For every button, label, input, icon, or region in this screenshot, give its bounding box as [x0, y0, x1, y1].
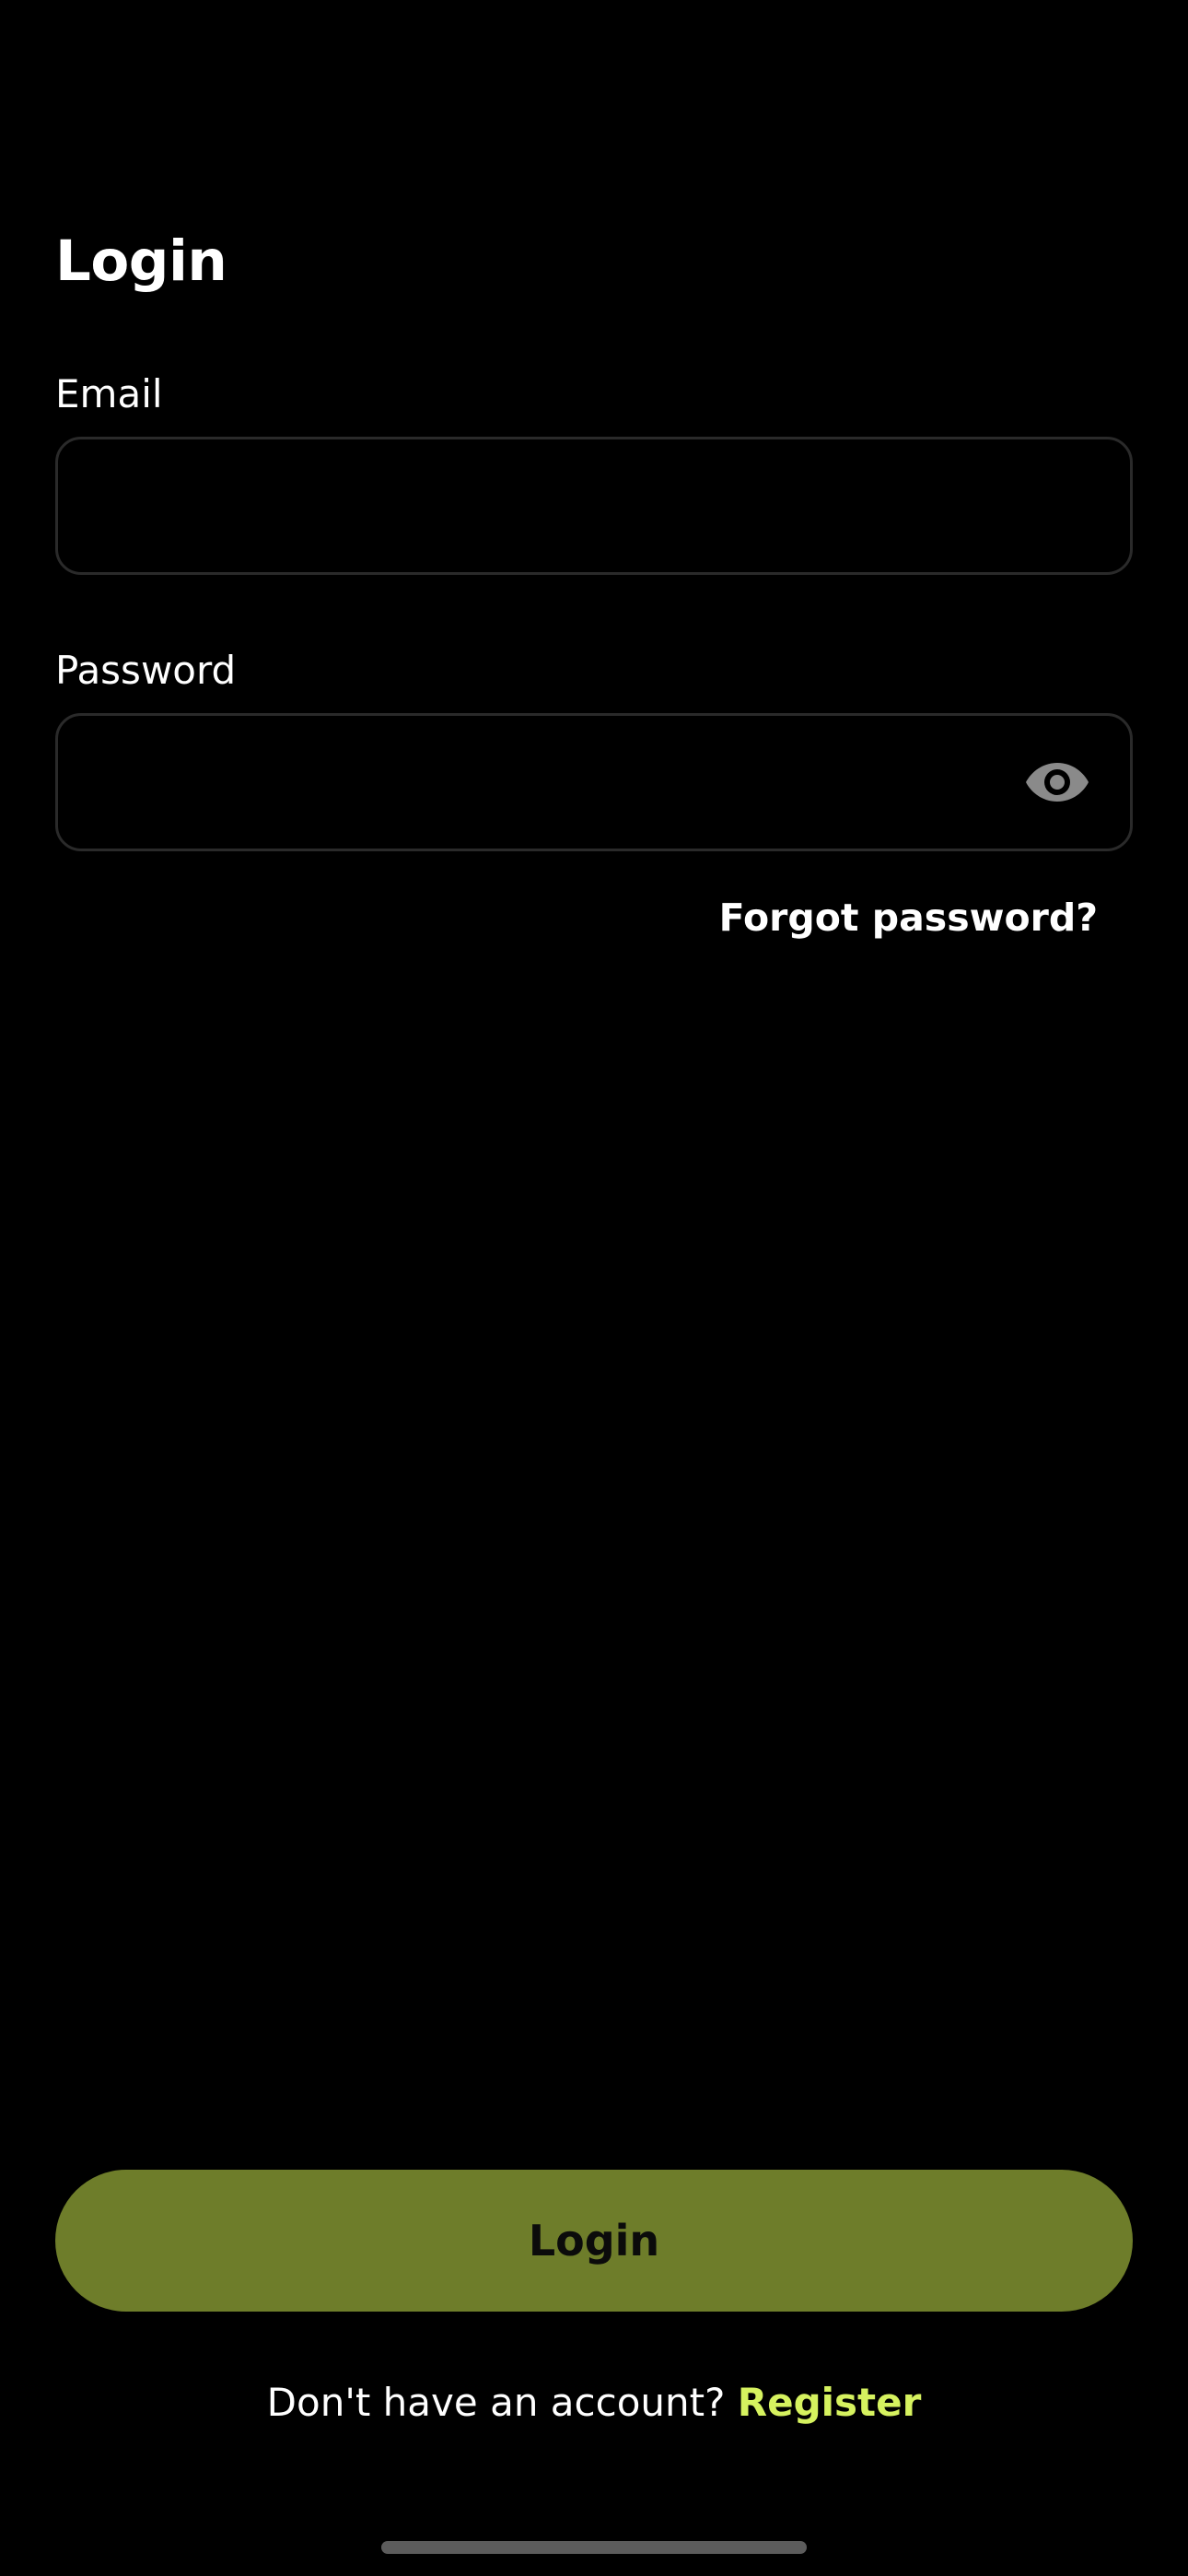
password-label: Password [55, 648, 237, 693]
eye-icon[interactable] [1025, 761, 1089, 803]
password-field-container[interactable] [55, 713, 1133, 851]
forgot-password-link[interactable]: Forgot password? [719, 892, 1098, 943]
page-title: Login [55, 228, 227, 294]
email-label: Email [55, 371, 163, 416]
register-prompt-text: Don't have an account? [266, 2380, 738, 2425]
show-password-toggle[interactable] [1016, 741, 1099, 824]
register-prompt: Don't have an account? Register [0, 2375, 1188, 2430]
home-indicator[interactable] [381, 2541, 807, 2554]
password-field[interactable] [58, 716, 1016, 849]
email-field[interactable] [58, 439, 1130, 572]
email-field-container[interactable] [55, 437, 1133, 575]
login-button[interactable]: Login [55, 2170, 1133, 2312]
register-link[interactable]: Register [738, 2380, 922, 2425]
